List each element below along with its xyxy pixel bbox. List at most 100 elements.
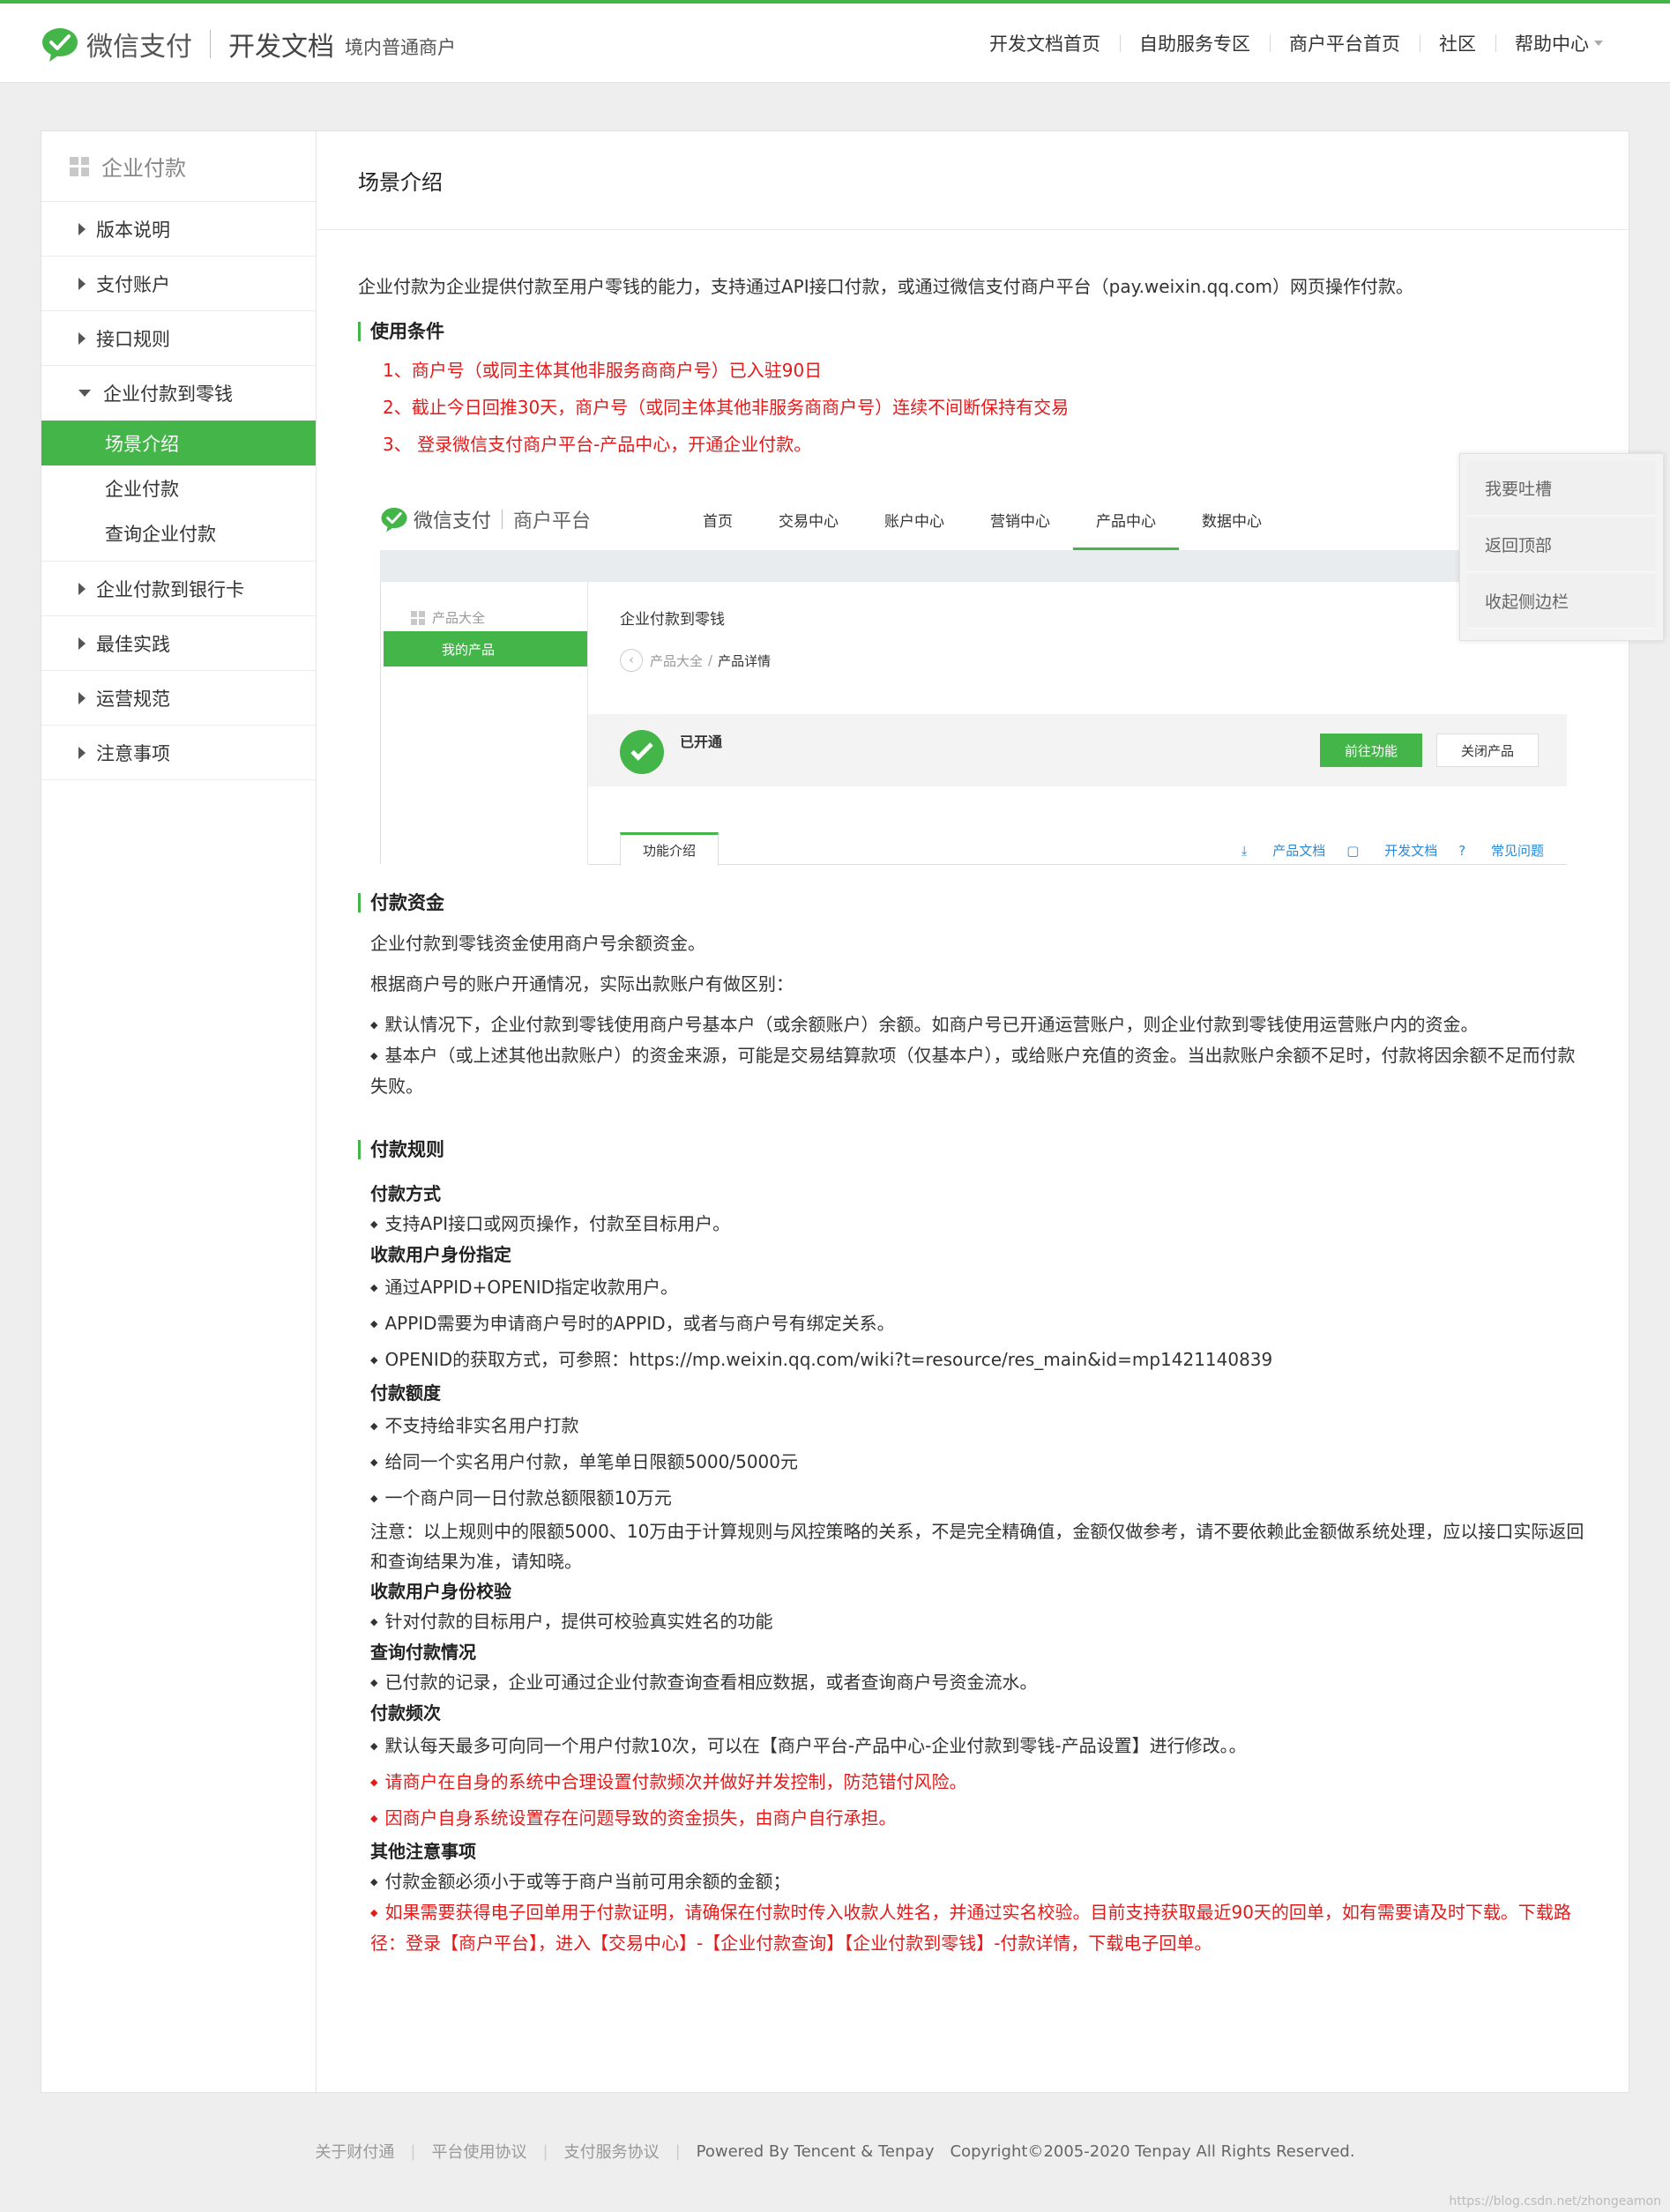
shot-crumb-separator: /: [708, 652, 713, 668]
wechat-pay-logo-icon: [42, 28, 78, 62]
floating-side-panel: 我要吐槽 返回顶部 收起侧边栏: [1459, 453, 1664, 641]
doc-title: 开发文档: [228, 32, 334, 63]
rule-bullet: 支持API接口或网页操作，付款至目标用户。: [358, 1209, 1588, 1240]
section-title-funds: 付款资金: [358, 893, 1588, 912]
rule-bullet: 默认每天最多可向同一个用户付款10次，可以在【商户平台-产品中心-企业付款到零钱…: [358, 1728, 1588, 1764]
shot-platform-name: 商户平台: [513, 510, 592, 533]
sidebar-item-ops[interactable]: 运营规范: [41, 671, 316, 726]
sidebar-item-notes[interactable]: 注意事项: [41, 726, 316, 780]
rule-bullet: APPID需要为申请商户号时的APPID，或者与商户号有绑定关系。: [358, 1306, 1588, 1342]
condition-item: 2、截止今日回推30天，商户号（或同主体其他非服务商商户号）连续不间断保持有交易: [383, 397, 1070, 418]
sidebar-item-api-rules[interactable]: 接口规则: [41, 311, 316, 366]
shot-subtab: 功能介绍: [620, 832, 719, 866]
rule-bullet: 不支持给非实名用户打款: [358, 1408, 1588, 1444]
top-nav: 开发文档首页 自助服务专区 商户平台首页 社区 帮助中心: [970, 30, 1622, 56]
sidebar-item-label: 最佳实践: [96, 633, 170, 655]
sidebar-item-label: 支付账户: [96, 273, 170, 295]
rule-bullet: 通过APPID+OPENID指定收款用户。: [358, 1270, 1588, 1306]
shot-breadcrumb: ‹ 产品大全 / 产品详情: [620, 649, 771, 672]
sidebar-subitem-query[interactable]: 查询企业付款: [41, 510, 316, 555]
caret-right-icon: [78, 222, 86, 235]
rule-bullet-warning: 因商户自身系统设置存在问题导致的资金损失，由商户自行承担。: [358, 1800, 1588, 1836]
brand-name: 微信支付: [86, 32, 192, 63]
sidebar-item-to-change[interactable]: 企业付款到零钱: [41, 366, 316, 421]
shot-left-title: 产品大全: [411, 608, 587, 627]
shot-tab-product: 产品中心: [1073, 488, 1179, 550]
footer-link-about[interactable]: 关于财付通: [315, 2140, 394, 2163]
sidebar-item-version[interactable]: 版本说明: [41, 202, 316, 257]
shot-left-title-text: 产品大全: [432, 610, 486, 626]
footer-link-platform-agreement[interactable]: 平台使用协议: [432, 2140, 527, 2163]
rule-subtitle: 收款用户身份校验: [370, 1581, 511, 1602]
rule-subtitle: 其他注意事项: [370, 1841, 476, 1862]
brand[interactable]: 微信支付 开发文档 境内普通商户: [41, 23, 456, 65]
nav-community[interactable]: 社区: [1420, 30, 1495, 56]
sidebar-item-label: 注意事项: [96, 742, 170, 764]
sidebar-item-to-bank[interactable]: 企业付款到银行卡: [41, 562, 316, 616]
shot-tab-marketing: 营销中心: [990, 512, 1050, 531]
sidebar-item-account[interactable]: 支付账户: [41, 257, 316, 311]
nav-merchant-home[interactable]: 商户平台首页: [1270, 30, 1420, 56]
feedback-button[interactable]: 我要吐槽: [1467, 461, 1656, 516]
collapse-sidebar-button[interactable]: 收起侧边栏: [1467, 574, 1656, 629]
sidebar-title-text: 企业付款: [101, 156, 186, 181]
sidebar-subitem-scene[interactable]: 场景介绍: [41, 421, 316, 465]
funds-block: 企业付款到零钱资金使用商户号余额资金。 根据商户号的账户开通情况，实际出款账户有…: [358, 928, 1588, 1101]
caret-right-icon: [78, 331, 86, 345]
sidebar-group-to-change: 企业付款到零钱 场景介绍 企业付款 查询企业付款: [41, 366, 316, 562]
rule-bullet: 给同一个实名用户付款，单笔单日限额5000/5000元: [358, 1444, 1588, 1480]
rule-bullet: 一个商户同一日付款总额限额10万元: [358, 1480, 1588, 1516]
sidebar-item-label: 企业付款到银行卡: [96, 578, 244, 600]
funds-bullet: 基本户（或上述其他出款账户）的资金来源，可能是交易结算款项（仅基本户），或给账户…: [358, 1040, 1588, 1101]
sidebar-subitem-pay[interactable]: 企业付款: [41, 465, 316, 510]
caret-right-icon: [78, 582, 86, 595]
rule-subtitle: 付款额度: [370, 1382, 441, 1404]
condition-item: 1、商户号（或同主体其他非服务商商户号）已入驻90日: [383, 360, 823, 381]
footer-copyright: Copyright©2005-2020 Tenpay All Rights Re…: [950, 2141, 1355, 2161]
sidebar: 企业付款 版本说明 支付账户 接口规则 企业付款到零钱 场景介绍 企业付款 查询…: [41, 131, 317, 2092]
shot-gray-bar: [380, 550, 1567, 582]
sidebar-item-label: 企业付款到零钱: [103, 384, 233, 405]
nav-help-center[interactable]: 帮助中心: [1495, 30, 1622, 56]
rule-subtitle: 查询付款情况: [370, 1642, 476, 1663]
sidebar-item-best-practice[interactable]: 最佳实践: [41, 616, 316, 671]
caret-down-icon: [78, 390, 91, 397]
grid-icon: [70, 156, 89, 176]
shot-tab-home: 首页: [703, 512, 733, 531]
shot-close-button: 关闭产品: [1436, 734, 1539, 767]
shot-tab-data: 数据中心: [1202, 512, 1262, 531]
condition-item: 3、 登录微信支付商户平台-产品中心，开通企业付款。: [383, 434, 812, 455]
nav-doc-home[interactable]: 开发文档首页: [970, 30, 1120, 56]
shot-tab-account: 账户中心: [884, 512, 944, 531]
rule-bullet-warning: 如果需要获得电子回单用于付款证明，请确保在付款时传入收款人姓名，并通过实名校验。…: [358, 1897, 1588, 1958]
shot-left-active-item: 我的产品: [384, 631, 588, 667]
shot-divider: [588, 864, 1567, 865]
shot-crumb-parent: 产品大全: [650, 652, 704, 669]
shot-status-text: 已开通: [680, 734, 723, 750]
chevron-down-icon: [1594, 41, 1603, 46]
footer-divider: |: [410, 2141, 416, 2161]
footer-divider: |: [542, 2141, 548, 2161]
sidebar-title: 企业付款: [41, 131, 316, 202]
grid-icon: [411, 610, 425, 625]
funds-paragraph: 企业付款到零钱资金使用商户号余额资金。: [370, 933, 705, 954]
footer-link-payment-agreement[interactable]: 支付服务协议: [564, 2140, 660, 2163]
check-circle-icon: [620, 730, 664, 774]
rules-block: 付款方式 支持API接口或网页操作，付款至目标用户。 收款用户身份指定 通过AP…: [358, 1179, 1588, 1958]
caret-right-icon: [78, 746, 86, 759]
shot-right-title: 企业付款到零钱: [620, 611, 725, 629]
sidebar-item-label: 接口规则: [96, 328, 170, 350]
caret-right-icon: [78, 277, 86, 290]
shot-brand-divider: [502, 510, 503, 529]
funds-paragraph: 根据商户号的账户开通情况，实际出款账户有做区别：: [370, 973, 794, 994]
rule-subtitle: 付款频次: [370, 1702, 441, 1724]
back-to-top-button[interactable]: 返回顶部: [1467, 518, 1656, 572]
shot-brand-name: 微信支付: [414, 510, 492, 533]
main-panel: 企业付款 版本说明 支付账户 接口规则 企业付款到零钱 场景介绍 企业付款 查询…: [41, 130, 1629, 2093]
wechat-pay-logo-icon: [381, 507, 407, 533]
content-area: 场景介绍 企业付款为企业提供付款至用户零钱的能力，支持通过API接口付款，或通过…: [317, 131, 1629, 2092]
nav-self-service[interactable]: 自助服务专区: [1120, 30, 1270, 56]
shot-link-faq: ? 常见问题: [1458, 843, 1544, 859]
shot-crumb-current: 产品详情: [718, 652, 772, 669]
conditions-list: 1、商户号（或同主体其他非服务商商户号）已入驻90日 2、截止今日回推30天，商…: [358, 352, 1588, 463]
